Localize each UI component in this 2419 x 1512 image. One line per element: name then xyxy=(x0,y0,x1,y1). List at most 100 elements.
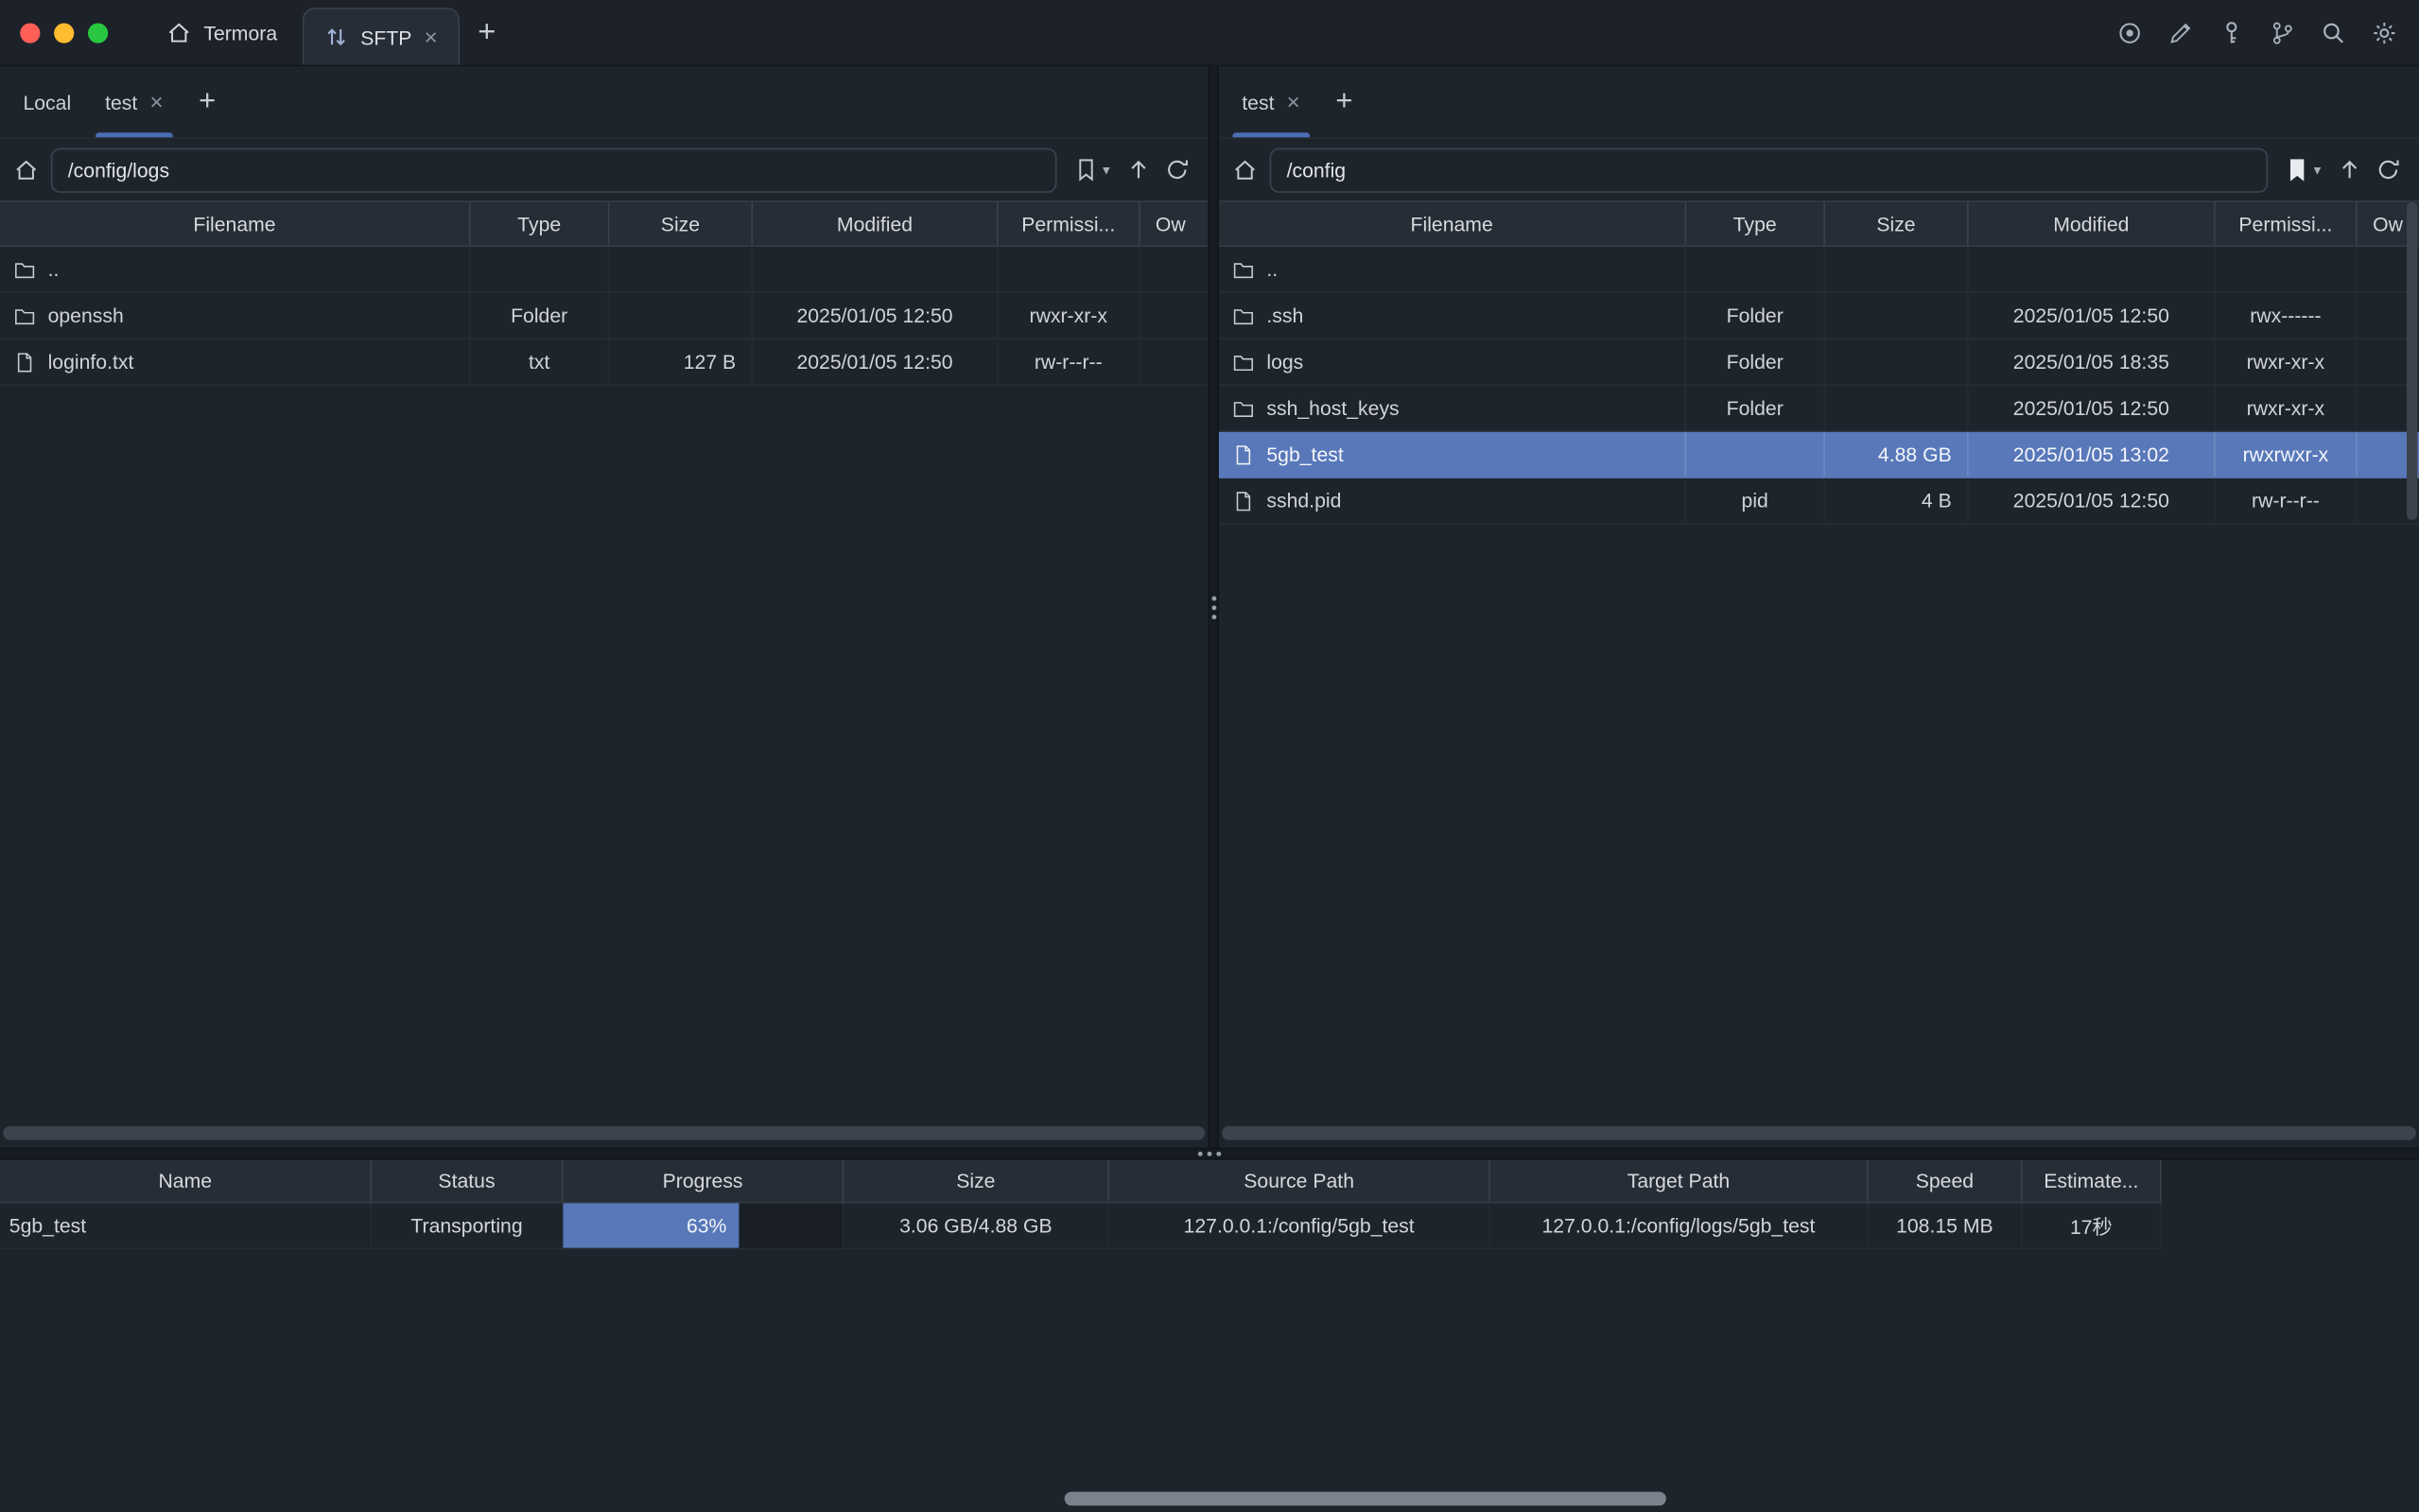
file-panes: Local test × + ▼ Filename xyxy=(0,66,2419,1148)
local-pane: Local test × + ▼ Filename xyxy=(0,66,1208,1148)
edit-button[interactable] xyxy=(2162,14,2199,51)
right-home-button[interactable] xyxy=(1232,157,1257,182)
column-header-target-path[interactable]: Target Path xyxy=(1490,1160,1869,1202)
right-parent-dir-button[interactable] xyxy=(2333,157,2367,182)
right-table-header: Filename Type Size Modified Permissi... … xyxy=(1219,200,2419,247)
titlebar-actions xyxy=(2111,0,2402,65)
right-new-tab-button[interactable]: + xyxy=(1317,66,1371,137)
left-new-tab-button[interactable]: + xyxy=(181,66,235,137)
git-branch-button[interactable] xyxy=(2263,14,2300,51)
file-modified: 2025/01/05 12:50 xyxy=(1969,478,2216,523)
table-row[interactable]: logs Folder 2025/01/05 18:35 rwxr-xr-x xyxy=(1219,339,2419,386)
table-row[interactable]: loginfo.txt txt 127 B 2025/01/05 12:50 r… xyxy=(0,339,1208,386)
column-header-type[interactable]: Type xyxy=(1686,202,1825,246)
left-refresh-button[interactable] xyxy=(1160,157,1194,182)
left-path-input[interactable] xyxy=(51,148,1057,192)
file-name: sshd.pid xyxy=(1266,489,1341,512)
left-home-button[interactable] xyxy=(14,157,39,182)
column-header-filename[interactable]: Filename xyxy=(0,202,471,246)
column-header-modified[interactable]: Modified xyxy=(753,202,998,246)
table-row[interactable]: sshd.pid pid 4 B 2025/01/05 12:50 rw-r--… xyxy=(1219,478,2419,525)
tab-test-left-close-icon[interactable]: × xyxy=(149,90,163,113)
tab-test-right-close-icon[interactable]: × xyxy=(1287,90,1300,113)
transfer-size: 3.06 GB/4.88 GB xyxy=(844,1203,1109,1247)
column-header-filename[interactable]: Filename xyxy=(1219,202,1686,246)
remote-pane: test × + ▼ Filename Type Size xyxy=(1219,66,2419,1148)
column-header-type[interactable]: Type xyxy=(471,202,610,246)
right-vertical-scrollbar[interactable] xyxy=(2407,202,2417,520)
right-horizontal-scrollbar[interactable] xyxy=(1222,1126,2416,1140)
new-tab-button[interactable]: + xyxy=(460,0,514,65)
left-bookmark-button[interactable]: ▼ xyxy=(1070,157,1117,182)
tab-test-left-label: test xyxy=(105,90,137,113)
transfer-row[interactable]: 5gb_test Transporting 63% 3.06 GB/4.88 G… xyxy=(0,1203,2162,1249)
column-header-estimate[interactable]: Estimate... xyxy=(2023,1160,2162,1202)
traffic-lights xyxy=(20,0,108,65)
home-icon xyxy=(166,20,191,44)
home-icon xyxy=(14,157,39,182)
column-header-status[interactable]: Status xyxy=(372,1160,563,1202)
tab-sftp[interactable]: SFTP × xyxy=(302,8,459,64)
keys-button[interactable] xyxy=(2212,14,2249,51)
column-header-source-path[interactable]: Source Path xyxy=(1109,1160,1490,1202)
table-row[interactable]: .. xyxy=(0,247,1208,293)
table-row[interactable]: .ssh Folder 2025/01/05 12:50 rwx------ xyxy=(1219,293,2419,339)
close-window-button[interactable] xyxy=(20,23,40,43)
left-parent-dir-button[interactable] xyxy=(1122,157,1156,182)
tab-test-right-label: test xyxy=(1242,90,1274,113)
folder-icon xyxy=(1232,397,1254,419)
folder-icon xyxy=(14,304,36,326)
column-header-size[interactable]: Size xyxy=(609,202,753,246)
column-header-permissions[interactable]: Permissi... xyxy=(2216,202,2358,246)
tab-test-left[interactable]: test × xyxy=(88,66,180,137)
app-tab-termora[interactable]: Termora xyxy=(142,0,302,65)
table-row[interactable]: ssh_host_keys Folder 2025/01/05 12:50 rw… xyxy=(1219,386,2419,432)
table-row[interactable]: .. xyxy=(1219,247,2419,293)
tab-local[interactable]: Local xyxy=(7,66,89,137)
search-button[interactable] xyxy=(2314,14,2351,51)
git-branch-icon xyxy=(2269,19,2295,45)
bottom-horizontal-scrollbar[interactable] xyxy=(1065,1492,1666,1506)
tab-sftp-close-icon[interactable]: × xyxy=(425,26,438,48)
record-button[interactable] xyxy=(2111,14,2148,51)
column-header-modified[interactable]: Modified xyxy=(1969,202,2216,246)
column-header-name[interactable]: Name xyxy=(0,1160,372,1202)
column-header-permissions[interactable]: Permissi... xyxy=(999,202,1140,246)
column-header-size[interactable]: Size xyxy=(844,1160,1109,1202)
column-header-speed[interactable]: Speed xyxy=(1869,1160,2023,1202)
chevron-down-icon: ▼ xyxy=(2311,163,2323,177)
transfer-status: Transporting xyxy=(372,1203,563,1247)
right-path-input[interactable] xyxy=(1270,148,2269,192)
arrow-up-icon xyxy=(2338,157,2362,182)
arrow-up-icon xyxy=(1126,157,1151,182)
file-size xyxy=(1825,293,1969,338)
search-icon xyxy=(2320,19,2346,45)
column-header-size[interactable]: Size xyxy=(1825,202,1969,246)
column-header-owner[interactable]: Ow xyxy=(1140,202,1209,246)
transfer-target-path: 127.0.0.1:/config/logs/5gb_test xyxy=(1490,1203,1869,1247)
pencil-icon xyxy=(2167,19,2193,45)
refresh-icon xyxy=(2375,157,2400,182)
column-header-progress[interactable]: Progress xyxy=(563,1160,844,1202)
file-modified: 2025/01/05 12:50 xyxy=(753,339,998,384)
settings-button[interactable] xyxy=(2365,14,2402,51)
file-modified xyxy=(1969,247,2216,291)
minimize-window-button[interactable] xyxy=(54,23,74,43)
tab-test-right[interactable]: test × xyxy=(1225,66,1316,137)
home-icon xyxy=(1232,157,1257,182)
file-name: ssh_host_keys xyxy=(1266,396,1399,419)
maximize-window-button[interactable] xyxy=(88,23,108,43)
right-refresh-button[interactable] xyxy=(2371,157,2405,182)
app-tab-label: Termora xyxy=(203,21,277,43)
file-modified: 2025/01/05 13:02 xyxy=(1969,432,2216,477)
progress-bar: 63% xyxy=(563,1203,739,1247)
transfers-splitter[interactable] xyxy=(0,1148,2419,1160)
file-type xyxy=(471,247,610,291)
file-permissions xyxy=(2216,247,2358,291)
table-row[interactable]: openssh Folder 2025/01/05 12:50 rwxr-xr-… xyxy=(0,293,1208,339)
right-bookmark-button[interactable]: ▼ xyxy=(2280,157,2327,182)
file-type: Folder xyxy=(471,293,610,338)
table-row-selected[interactable]: 5gb_test 4.88 GB 2025/01/05 13:02 rwxrwx… xyxy=(1219,432,2419,478)
pane-splitter[interactable] xyxy=(1208,66,1218,1148)
left-horizontal-scrollbar[interactable] xyxy=(3,1126,1205,1140)
